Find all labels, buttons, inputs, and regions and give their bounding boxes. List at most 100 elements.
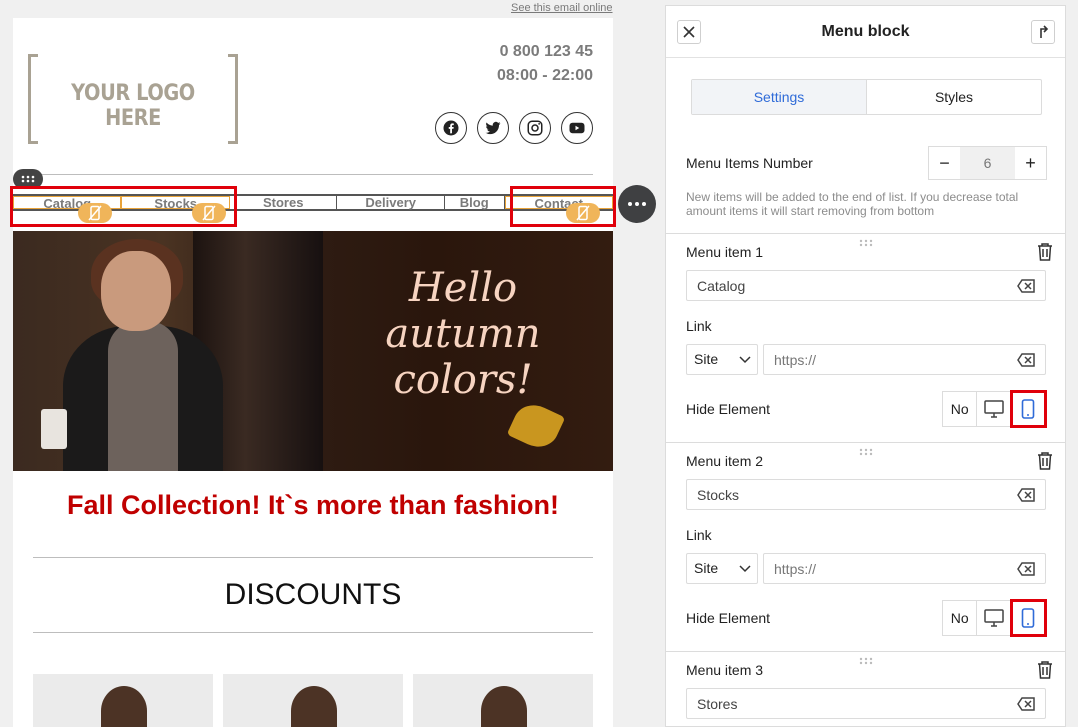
product-image [291,686,337,727]
items-number-label: Menu Items Number [686,155,813,171]
product-image [481,686,527,727]
items-number-value[interactable]: 6 [960,147,1015,179]
hide-desktop-option[interactable] [977,601,1012,635]
input-value: Stores [697,695,738,712]
banner-autumn-leaf [506,398,566,454]
trash-icon[interactable] [1036,451,1054,471]
see-email-online-link[interactable]: See this email online [511,2,613,14]
product-card[interactable] [413,674,593,727]
hide-none-option[interactable]: No [943,601,978,635]
hide-desktop-option[interactable] [977,392,1012,426]
link-label: Link [686,318,712,334]
hide-element-toggle[interactable]: No [942,599,1048,637]
grip-icon [21,175,35,183]
hide-mobile-option[interactable] [1009,599,1048,637]
panel-header: Menu block [666,6,1065,58]
desktop-icon [984,609,1004,627]
menu-link-label: Delivery [365,195,416,210]
divider [666,442,1065,443]
input-placeholder: https:// [774,351,817,368]
menu-item-text-input[interactable]: Catalog [686,270,1046,301]
clear-input-icon[interactable] [1017,488,1035,502]
move-up-button[interactable] [1031,20,1055,44]
twitter-icon[interactable] [477,112,509,144]
banner-text: Hello autumn colors! [383,265,543,403]
clear-input-icon[interactable] [1017,697,1035,711]
increment-button[interactable]: + [1015,147,1046,179]
menu-link-blog[interactable]: Blog [445,196,505,209]
working-hours: 08:00 - 22:00 [496,67,593,84]
menu-link-label: Stores [262,195,304,210]
banner-text-line: Hello [408,265,518,311]
select-value: Site [694,351,719,367]
input-placeholder: https:// [774,560,817,577]
chevron-down-icon [739,565,751,573]
drag-handle-icon[interactable] [859,657,873,665]
more-options-button[interactable] [618,185,656,223]
hide-none-option[interactable]: No [943,392,978,426]
link-label: Link [686,527,712,543]
menu-item-title: Menu item 2 [686,453,764,469]
trash-icon[interactable] [1036,660,1054,680]
divider [666,651,1065,652]
drag-handle-icon[interactable] [859,448,873,456]
link-url-input[interactable]: https:// [763,553,1046,584]
hide-element-label: Hide Element [686,610,771,626]
select-value: Site [694,560,719,576]
menu-link-label: Blog [459,195,489,210]
tab-settings[interactable]: Settings [692,80,867,114]
menu-link-stores[interactable]: Stores [230,195,338,210]
menu-link-delivery[interactable]: Delivery [337,195,445,210]
menu-item-text-input[interactable]: Stores [686,688,1046,719]
chevron-down-icon [739,356,751,364]
divider [33,174,593,175]
trash-icon[interactable] [1036,242,1054,262]
email-canvas: YOUR LOGO HERE 0 800 123 45 08:00 - 22:0… [13,18,613,727]
email-headline[interactable]: Fall Collection! It`s more than fashion! [13,490,613,521]
panel-tabs: Settings Styles [691,79,1042,115]
menu-block-panel: Menu block Settings Styles Menu Items Nu… [665,5,1066,727]
link-url-input[interactable]: https:// [763,344,1046,375]
clear-input-icon[interactable] [1017,562,1035,576]
decrement-button[interactable]: − [929,147,960,179]
hide-element-toggle[interactable]: No [942,390,1048,428]
desktop-icon [984,400,1004,418]
highlight-hidden-items [10,186,237,227]
banner-coffee-cup [41,409,67,449]
logo-text: YOUR LOGO HERE [71,81,195,131]
banner-person-sweater [108,321,178,471]
highlight-hidden-items [510,186,616,227]
banner-person-face [101,251,171,331]
input-value: Catalog [697,277,746,294]
divider [666,233,1065,234]
divider [33,557,593,558]
product-card[interactable] [223,674,403,727]
link-type-select[interactable]: Site [686,553,758,584]
youtube-icon[interactable] [561,112,593,144]
mobile-icon [1022,399,1035,419]
drag-handle-icon[interactable] [859,239,873,247]
menu-item-title: Menu item 1 [686,244,764,260]
section-title[interactable]: DISCOUNTS [13,578,613,612]
banner-text-line: colors! [393,357,533,403]
tab-styles[interactable]: Styles [867,80,1041,114]
product-card[interactable] [33,674,213,727]
menu-item-text-input[interactable]: Stocks [686,479,1046,510]
hide-mobile-option[interactable] [1009,390,1048,428]
logo-placeholder[interactable]: YOUR LOGO HERE [28,54,238,144]
product-image [101,686,147,727]
items-number-stepper[interactable]: − 6 + [928,146,1047,180]
banner-text-line: autumn [385,311,541,357]
clear-input-icon[interactable] [1017,279,1035,293]
instagram-icon[interactable] [519,112,551,144]
menu-item-title: Menu item 3 [686,662,764,678]
arrow-up-right-icon [1040,25,1049,38]
hero-banner[interactable]: Hello autumn colors! [13,231,613,471]
facebook-icon[interactable] [435,112,467,144]
phone-number: 0 800 123 45 [499,43,593,60]
panel-title: Menu block [821,23,910,40]
contact-info: 0 800 123 45 08:00 - 22:00 [497,40,593,88]
clear-input-icon[interactable] [1017,353,1035,367]
link-type-select[interactable]: Site [686,344,758,375]
social-links [435,112,593,144]
